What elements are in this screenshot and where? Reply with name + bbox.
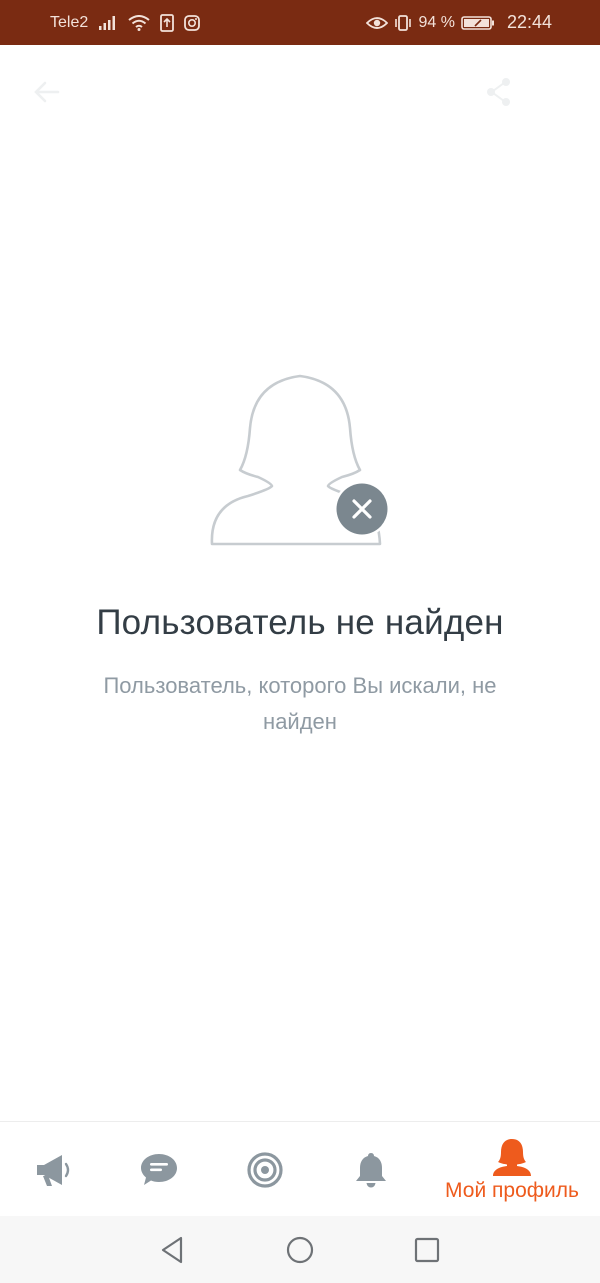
- eye-icon: [366, 16, 389, 29]
- system-back-icon[interactable]: [156, 1234, 188, 1266]
- battery-icon: [461, 15, 494, 30]
- empty-state-subtitle: Пользователь, которого Вы искали, не най…: [103, 673, 497, 734]
- nav-item-feed[interactable]: [22, 1122, 84, 1217]
- share-icon[interactable]: [484, 75, 514, 109]
- nav-item-my-profile[interactable]: Мой профиль: [432, 1122, 592, 1217]
- chat-icon: [141, 1153, 177, 1185]
- carrier-name: Tele2: [50, 13, 89, 31]
- empty-state-title: Пользователь не найден: [96, 603, 504, 642]
- back-arrow-icon[interactable]: [30, 75, 64, 109]
- upload-notification-icon: [160, 13, 175, 32]
- wifi-icon: [128, 14, 150, 31]
- nav-item-notifications[interactable]: [340, 1122, 402, 1217]
- status-bar: Tele2 94 % 22:44: [0, 0, 600, 45]
- system-home-icon[interactable]: [284, 1234, 316, 1266]
- user-not-found-illustration: [210, 374, 390, 546]
- battery-percent: 94 %: [418, 13, 455, 31]
- status-right: 94 % 22:44: [366, 12, 552, 33]
- vibrate-icon: [395, 14, 412, 31]
- system-navigation-bar: [0, 1216, 600, 1283]
- bell-icon: [356, 1152, 386, 1187]
- bottom-navigation: Мой профиль: [0, 1121, 600, 1216]
- system-recents-icon[interactable]: [411, 1234, 443, 1266]
- app-bar: [0, 45, 600, 140]
- target-icon: [247, 1151, 283, 1188]
- nav-item-discussions[interactable]: [234, 1122, 296, 1217]
- nav-item-label: Мой профиль: [445, 1178, 579, 1202]
- status-left: Tele2: [50, 13, 201, 32]
- status-time: 22:44: [506, 12, 552, 32]
- screen: Tele2 94 % 22:44 Пользователь не найден …: [0, 0, 600, 1283]
- signal-icon: [99, 15, 116, 30]
- nav-item-messages[interactable]: [128, 1122, 190, 1217]
- profile-icon: [493, 1138, 531, 1176]
- instagram-icon: [184, 14, 201, 31]
- megaphone-icon: [37, 1154, 70, 1186]
